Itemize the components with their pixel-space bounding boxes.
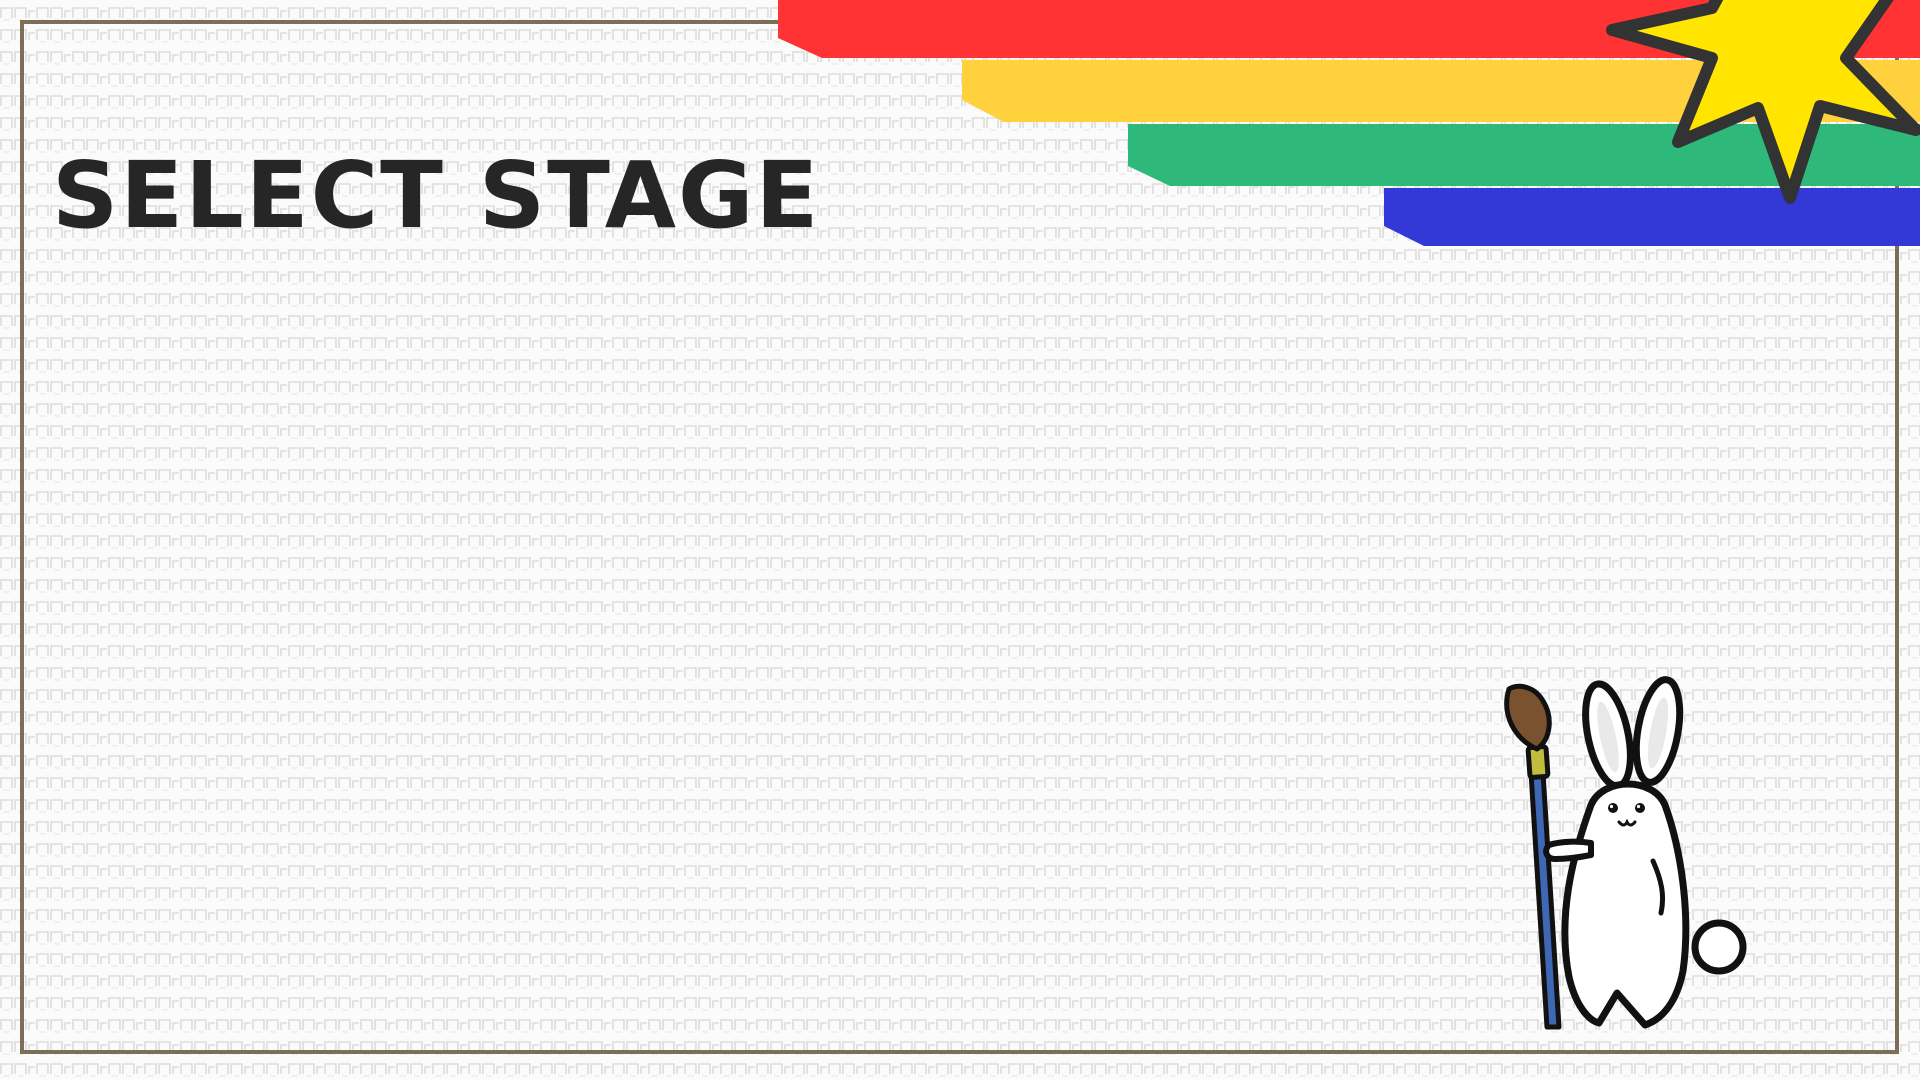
rabbit-ears (1582, 676, 1684, 790)
rabbit-tail (1691, 919, 1747, 975)
rabbit-body (1561, 780, 1690, 1029)
stage-select-screen: SELECT STAGE (0, 0, 1920, 1080)
rabbit-mascot (1504, 676, 1747, 1030)
rabbit-hand (1543, 838, 1594, 862)
page-title: SELECT STAGE (52, 142, 821, 249)
